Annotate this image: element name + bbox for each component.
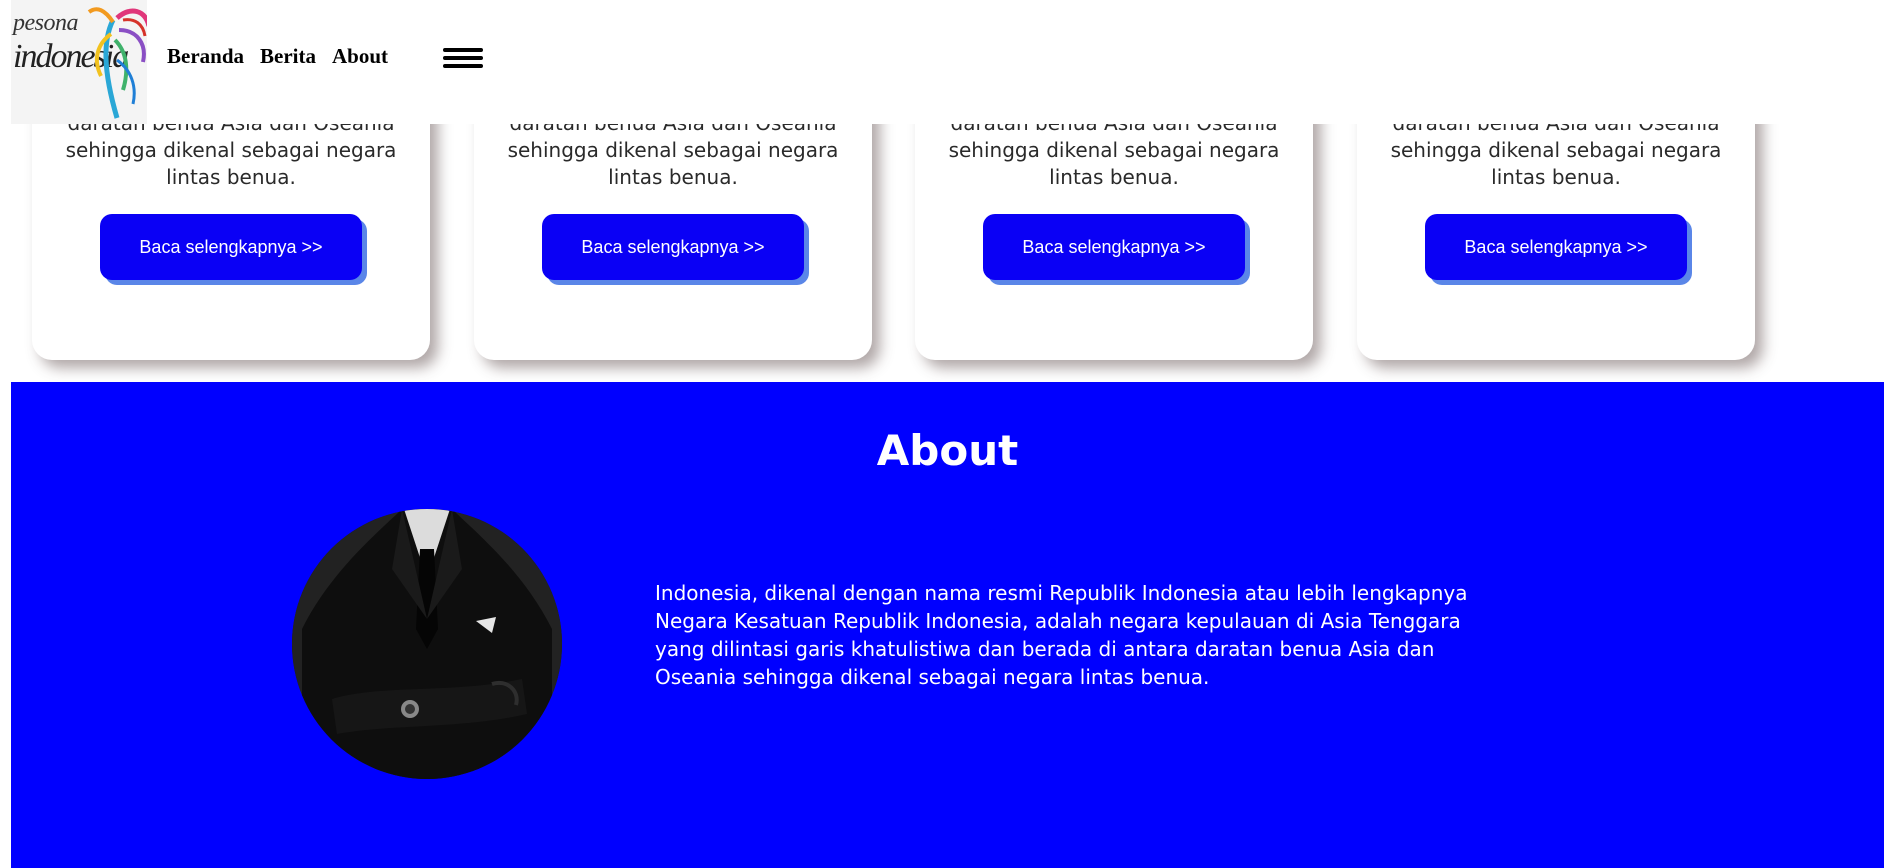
page: daratan benua Asia dan Oseania sehingga …	[0, 0, 1894, 868]
read-more-button[interactable]: Baca selengkapnya >>	[100, 214, 362, 280]
hamburger-menu-icon[interactable]	[443, 48, 483, 72]
nav-link-about[interactable]: About	[332, 44, 388, 69]
profile-photo	[292, 509, 562, 779]
about-title: About	[876, 426, 1019, 475]
nav-link-berita[interactable]: Berita	[260, 44, 316, 69]
read-more-button[interactable]: Baca selengkapnya >>	[983, 214, 1245, 280]
read-more-button[interactable]: Baca selengkapnya >>	[542, 214, 804, 280]
about-description: Indonesia, dikenal dengan nama resmi Rep…	[655, 581, 1468, 689]
read-more-button[interactable]: Baca selengkapnya >>	[1425, 214, 1687, 280]
about-section: About Indonesia, dikenal dengan nama res…	[11, 382, 1884, 868]
logo-text-pesona: pesona	[13, 10, 79, 36]
suit-person-image	[292, 509, 562, 779]
pesona-indonesia-logo[interactable]: pesona indonesia	[11, 0, 147, 124]
logo-bird-icon	[87, 7, 147, 119]
nav-link-beranda[interactable]: Beranda	[167, 44, 244, 69]
site-header: pesona indonesia Beranda Berita About	[0, 0, 1894, 124]
main-nav: Beranda Berita About	[167, 44, 388, 69]
